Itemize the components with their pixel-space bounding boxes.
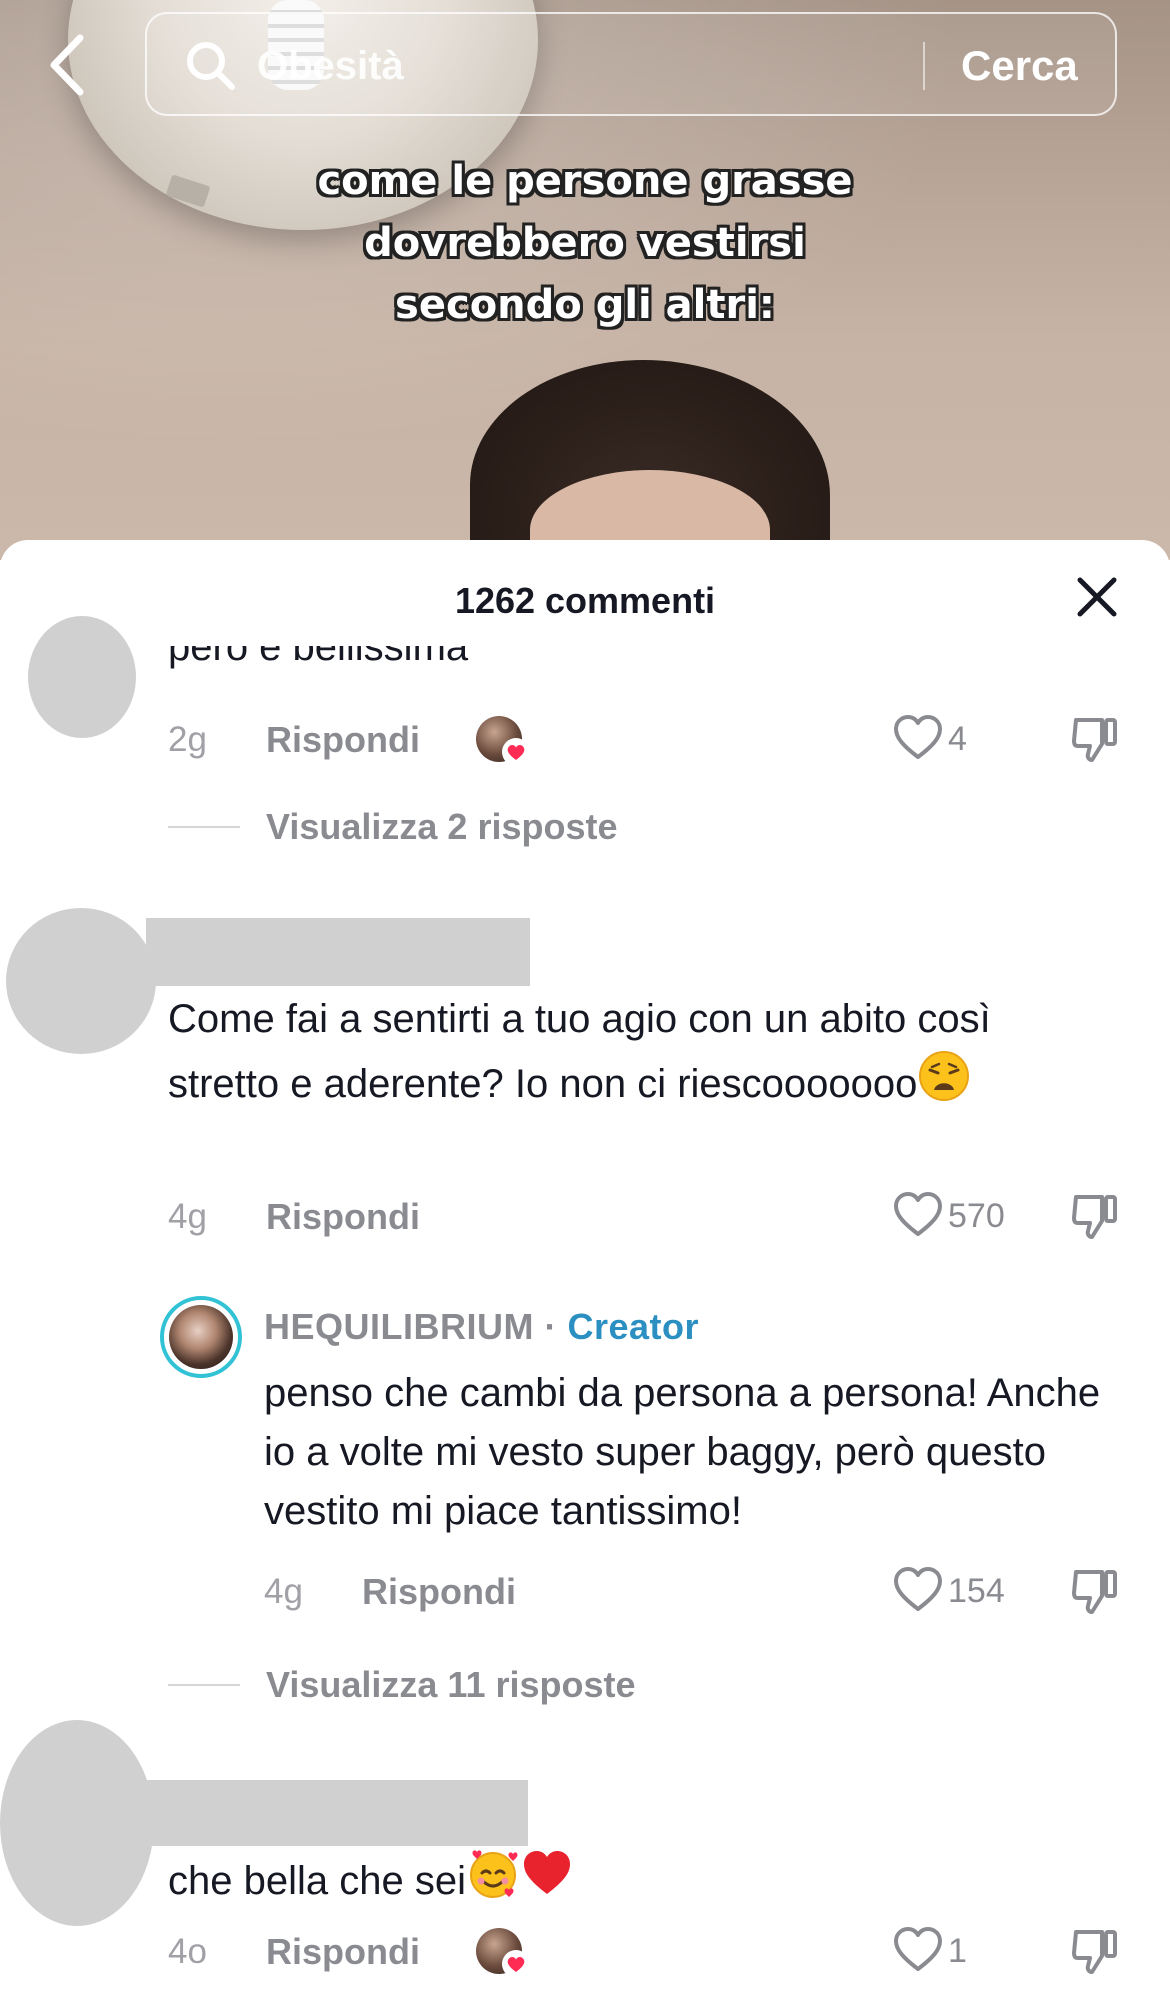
weary-face-icon (917, 1049, 971, 1120)
comment-time: 4g (264, 1572, 303, 1611)
heart-badge-icon (502, 738, 530, 766)
comment-text-clip: però è bellissima (168, 646, 968, 686)
thumbs-down-icon[interactable] (1070, 1926, 1120, 1978)
like-count: 570 (948, 1197, 1005, 1235)
like-button[interactable]: 154 (892, 1564, 1042, 1620)
like-button[interactable]: 570 (892, 1189, 1042, 1245)
avatar[interactable] (0, 1720, 154, 1926)
replies-divider-line (168, 1684, 240, 1686)
view-replies-button[interactable]: Visualizza 2 risposte (266, 806, 618, 848)
like-button[interactable]: 1 (892, 1924, 1012, 1980)
heart-icon (894, 1927, 942, 1971)
like-button[interactable]: 4 (892, 712, 1012, 768)
redacted-username (146, 918, 530, 986)
creator-badge: Creator (567, 1306, 700, 1347)
creator-username[interactable]: HEQUILIBRIUM (264, 1306, 534, 1347)
search-divider (923, 42, 925, 90)
comment-time: 2g (168, 720, 207, 759)
creator-avatar-photo (169, 1305, 233, 1369)
comment-time: 4g (168, 1197, 207, 1236)
heart-icon (894, 715, 942, 759)
replies-divider-line (168, 826, 240, 828)
name-separator: · (534, 1306, 568, 1347)
comments-count-title: 1262 commenti (454, 580, 716, 621)
close-button[interactable] (1074, 574, 1120, 620)
like-count: 154 (948, 1572, 1005, 1610)
reply-button[interactable]: Rispondi (266, 719, 420, 761)
search-icon (187, 42, 235, 90)
heart-icon (894, 1192, 942, 1236)
thumbs-down-icon[interactable] (1070, 1566, 1120, 1618)
comment-body: che bella che sei (168, 1859, 466, 1903)
creator-name-line: HEQUILIBRIUM · Creator (264, 1306, 699, 1348)
search-input[interactable]: Obesità (257, 44, 404, 89)
search-bar[interactable]: Obesità Cerca (145, 12, 1117, 116)
back-button[interactable] (44, 30, 94, 100)
red-heart-icon (520, 1846, 574, 1917)
creator-avatar[interactable] (160, 1296, 242, 1378)
comment-body: Come fai a sentirti a tuo agio con un ab… (168, 997, 991, 1106)
comment-time: 4o (168, 1932, 207, 1971)
caption-line: secondo gli altri: (395, 282, 775, 328)
heart-icon (894, 1567, 942, 1611)
comment-text: però è bellissima (168, 646, 469, 669)
comment-text: Come fai a sentirti a tuo agio con un ab… (168, 990, 1088, 1120)
reply-button[interactable]: Rispondi (362, 1571, 516, 1613)
avatar[interactable] (28, 616, 136, 738)
comment-text: penso che cambi da persona a persona! An… (264, 1371, 1101, 1533)
heart-badge-icon (502, 1950, 530, 1978)
chevron-left-icon (50, 34, 84, 96)
reply-button[interactable]: Rispondi (266, 1196, 420, 1238)
like-count: 1 (948, 1932, 967, 1970)
caption-line: dovrebbero vestirsi (364, 220, 806, 266)
redacted-username (146, 1780, 528, 1846)
comment-text: che bella che sei (168, 1846, 1068, 1917)
like-count: 4 (948, 720, 967, 758)
search-submit-button[interactable]: Cerca (961, 42, 1078, 90)
caption-line: come le persone grasse (317, 158, 853, 204)
video-caption: come le persone grasse dovrebbero vestir… (200, 150, 970, 336)
view-replies-button[interactable]: Visualizza 11 risposte (266, 1664, 636, 1706)
reply-button[interactable]: Rispondi (266, 1931, 420, 1973)
thumbs-down-icon[interactable] (1070, 714, 1120, 766)
smiling-face-with-hearts-icon (466, 1846, 520, 1917)
avatar[interactable] (6, 908, 156, 1054)
close-icon (1077, 577, 1117, 617)
thumbs-down-icon[interactable] (1070, 1191, 1120, 1243)
